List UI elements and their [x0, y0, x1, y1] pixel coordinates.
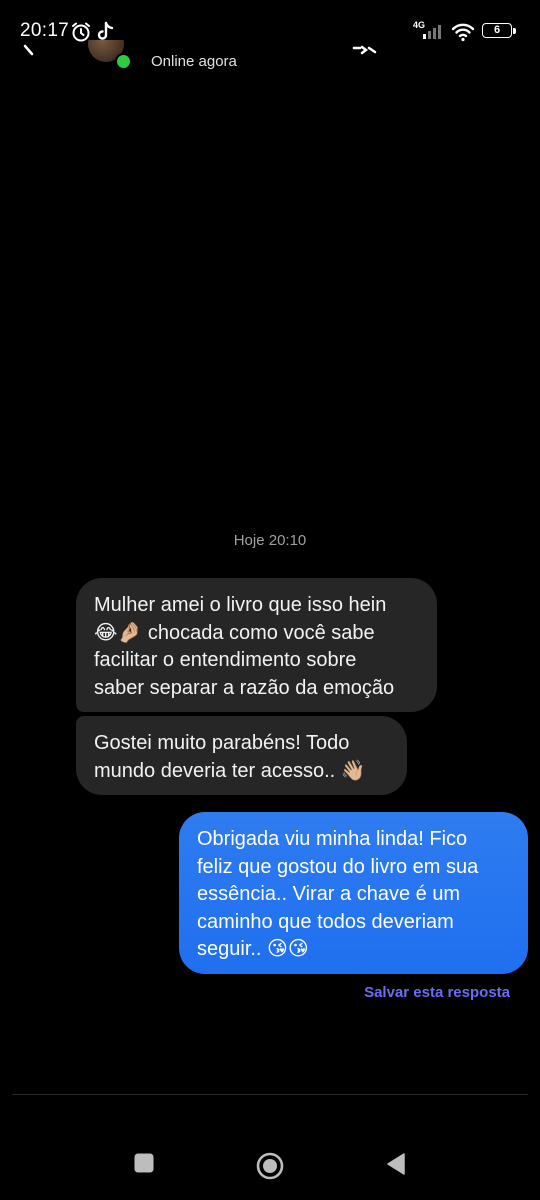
- back-nav-icon[interactable]: [385, 1152, 407, 1176]
- back-icon[interactable]: [22, 44, 38, 58]
- chat-header: Online agora: [0, 40, 540, 70]
- battery-tip: [513, 28, 516, 34]
- home-icon[interactable]: [255, 1151, 285, 1181]
- incoming-message[interactable]: Gostei muito parabéns! Todo mundo deveri…: [76, 716, 407, 795]
- save-reply-button[interactable]: Salvar esta resposta: [364, 984, 510, 1001]
- recent-apps-icon[interactable]: [133, 1152, 155, 1174]
- status-time: 20:17: [20, 20, 70, 41]
- incoming-message[interactable]: Mulher amei o livro que isso hein 😂🤌🏼 ch…: [76, 578, 437, 712]
- system-nav-bar: [0, 1130, 540, 1200]
- battery-icon: 6: [482, 23, 512, 38]
- message-timestamp: Hoje 20:10: [233, 532, 307, 549]
- online-indicator: [115, 53, 132, 70]
- outgoing-message[interactable]: Obrigada viu minha linda! Fico feliz que…: [179, 812, 528, 974]
- divider: [12, 1094, 528, 1095]
- video-icon[interactable]: [352, 44, 380, 56]
- signal-icon: 4G: [413, 20, 449, 42]
- battery-level: 6: [493, 24, 501, 36]
- online-status: Online agora: [151, 53, 237, 70]
